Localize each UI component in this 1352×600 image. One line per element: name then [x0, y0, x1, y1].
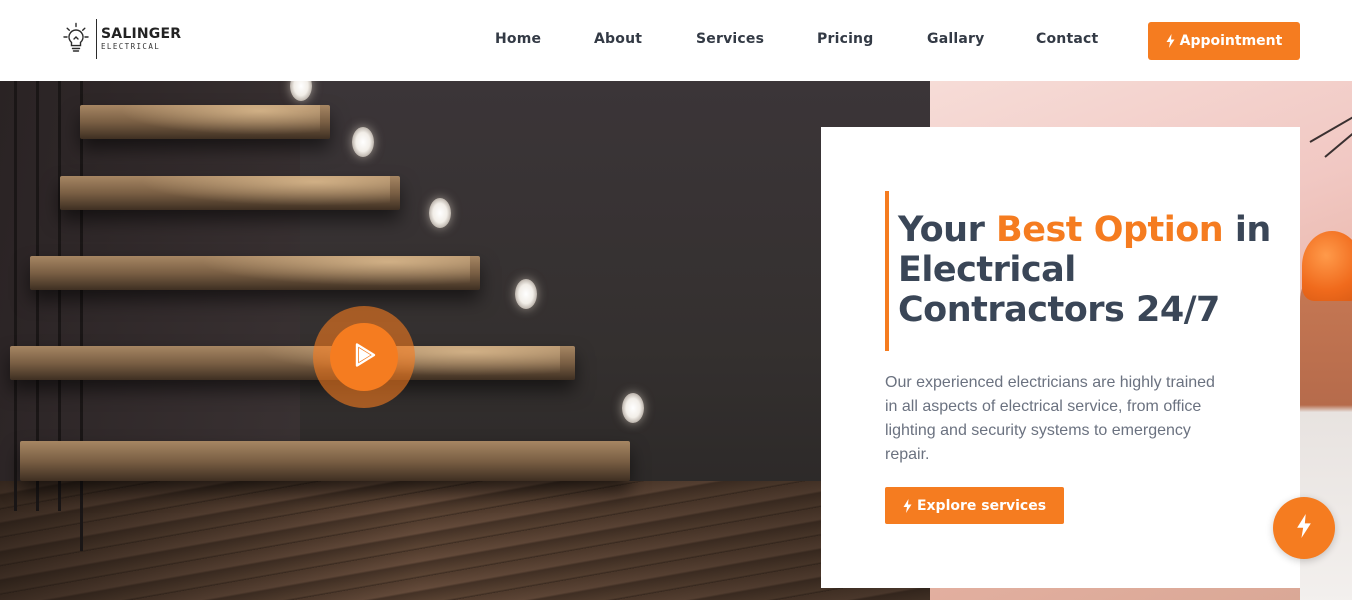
wall-light-icon: [515, 279, 537, 309]
nav-home[interactable]: Home: [495, 31, 541, 47]
hero-background-image: [0, 81, 930, 600]
stair-glow: [120, 105, 320, 135]
hero-floor-shade: [0, 481, 930, 600]
nav-contact[interactable]: Contact: [1036, 31, 1098, 47]
headline-accent: Best Option: [996, 210, 1224, 250]
hero-card: Your Best Option in Electrical Contracto…: [821, 127, 1300, 588]
wall-light-icon: [429, 198, 451, 228]
hero-description: Our experienced electricians are highly …: [885, 374, 1215, 463]
brand-text: SALINGER ELECTRICAL: [101, 27, 181, 51]
lightning-bolt-icon: [903, 498, 912, 513]
headline-accent-bar: [885, 191, 889, 351]
appointment-label: Appointment: [1179, 33, 1283, 49]
video-play-button[interactable]: [330, 323, 398, 391]
appointment-button[interactable]: Appointment: [1148, 22, 1300, 60]
wall-light-icon: [622, 393, 644, 423]
explore-services-button[interactable]: Explore services: [885, 487, 1064, 524]
nav-services[interactable]: Services: [696, 31, 764, 47]
headline-part1: Your: [898, 210, 997, 250]
hero-headline: Your Best Option in Electrical Contracto…: [898, 210, 1278, 330]
site-header: SALINGER ELECTRICAL Home About Services …: [0, 0, 1352, 81]
stair-glow: [200, 256, 470, 286]
wall-light-icon: [352, 127, 374, 157]
explore-services-label: Explore services: [916, 497, 1047, 514]
brand-name: SALINGER: [101, 26, 182, 43]
stair-step: [20, 441, 630, 481]
brand-subtitle: ELECTRICAL: [101, 42, 161, 52]
brand-logo[interactable]: SALINGER ELECTRICAL: [60, 18, 181, 60]
stair-glow: [140, 176, 390, 206]
nav-pricing[interactable]: Pricing: [817, 31, 873, 47]
lightning-bolt-icon: [1296, 513, 1312, 543]
play-icon: [350, 341, 378, 374]
nav-about[interactable]: About: [594, 31, 642, 47]
logo-divider: [96, 19, 97, 59]
floating-action-button[interactable]: [1273, 497, 1335, 559]
lightning-bolt-icon: [1166, 34, 1175, 48]
hard-hat-icon: [1302, 231, 1352, 301]
stair-rail: [14, 81, 17, 511]
nav-gallery[interactable]: Gallary: [927, 31, 984, 47]
lightbulb-icon: [60, 22, 92, 56]
